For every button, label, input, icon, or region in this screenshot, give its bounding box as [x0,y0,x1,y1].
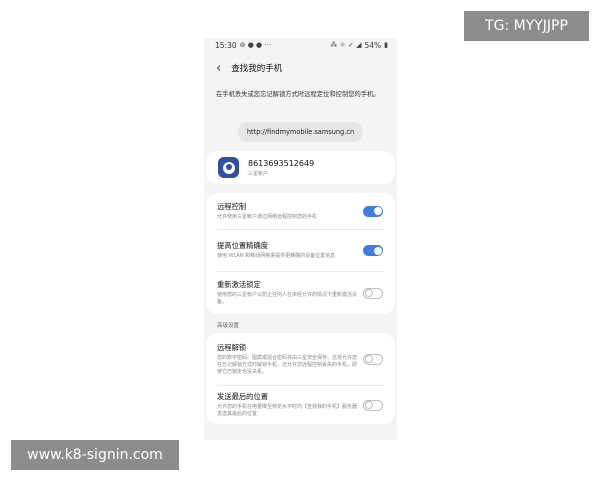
setting-description: 使用 WLAN 和移动网络来提供更精确的设备位置信息 [217,253,336,259]
setting-description: 使用您的三星帐户以防止任何人在未经允许的情况下重新激活设备。 [217,292,358,305]
setting-title: 发送最后的位置 [217,392,269,401]
account-avatar-icon [218,157,239,178]
battery-icon: ▮ [384,41,388,49]
setting-description: 允许使用三星帐户通过网络远程控制您的手机 [217,213,318,220]
settings-group: 远程控制 允许使用三星帐户通过网络远程控制您的手机 提高位置精确度 使用 WLA… [206,193,395,314]
system-icons: ⁂ ☼ ✓ ◢ [330,41,362,49]
setting-title: 重新激活锁定 [217,280,261,289]
remote-unlock-toggle[interactable] [363,353,383,365]
location-accuracy-toggle[interactable] [363,245,383,256]
find-my-mobile-link[interactable]: http://findmymobile.samsung.cn [237,122,364,142]
back-arrow-icon[interactable]: ‹ [216,62,221,75]
advanced-settings-label: 高级设置 [217,323,240,329]
account-card[interactable]: 8613693512649 三星帐户 [206,151,395,184]
watermark-tg: TG: MYYJJPP [464,11,589,41]
send-last-location-toggle[interactable] [363,399,383,411]
remote-control-toggle[interactable] [363,205,383,217]
watermark-site: www.k8-signin.com [11,440,179,470]
setting-description: 您的数字密码、图案或混合密码将由三星安全保存。这将允许您在忘记解锁方式时解锁手机… [217,354,358,375]
app-bar: ‹ 查找我的手机 [204,53,397,83]
setting-reactivation-lock[interactable]: 重新激活锁定 使用您的三星帐户以防止任何人在未经允许的情况下重新激活设备。 [206,272,395,314]
phone-screen: 15:30 ⊚ ● ● ··· ⁂ ☼ ✓ ◢ 54% ▮ ‹ 查找我的手机 在… [204,38,397,440]
account-type: 三星帐户 [248,170,269,177]
setting-description: 允许您的手机在电量降至特定水平时向【查找我的手机】服务器发送其最后的位置 [217,404,358,417]
setting-title: 远程控制 [217,201,247,211]
setting-location-accuracy[interactable]: 提高位置精确度 使用 WLAN 和移动网络来提供更精确的设备位置信息 [206,230,395,271]
battery-percent: 54% [364,41,382,50]
setting-title: 提高位置精确度 [217,241,269,250]
status-bar: 15:30 ⊚ ● ● ··· ⁂ ☼ ✓ ◢ 54% ▮ [204,38,397,53]
status-time: 15:30 [215,41,237,50]
setting-send-last-location[interactable]: 发送最后的位置 允许您的手机在电量降至特定水平时向【查找我的手机】服务器发送其最… [206,386,395,424]
account-number: 8613693512649 [248,158,315,168]
reactivation-lock-toggle[interactable] [363,287,383,299]
page-description: 在手机丢失或您忘记解锁方式时远程定位和控制您的手机。 [216,91,380,98]
setting-title: 远程解锁 [217,342,247,352]
setting-remote-unlock[interactable]: 远程解锁 您的数字密码、图案或混合密码将由三星安全保存。这将允许您在忘记解锁方式… [206,333,395,385]
page-title: 查找我的手机 [231,64,283,74]
setting-remote-control[interactable]: 远程控制 允许使用三星帐户通过网络远程控制您的手机 [206,193,395,229]
advanced-settings-group: 远程解锁 您的数字密码、图案或混合密码将由三星安全保存。这将允许您在忘记解锁方式… [206,333,395,424]
notification-icons: ⊚ ● ● ··· [239,41,272,49]
